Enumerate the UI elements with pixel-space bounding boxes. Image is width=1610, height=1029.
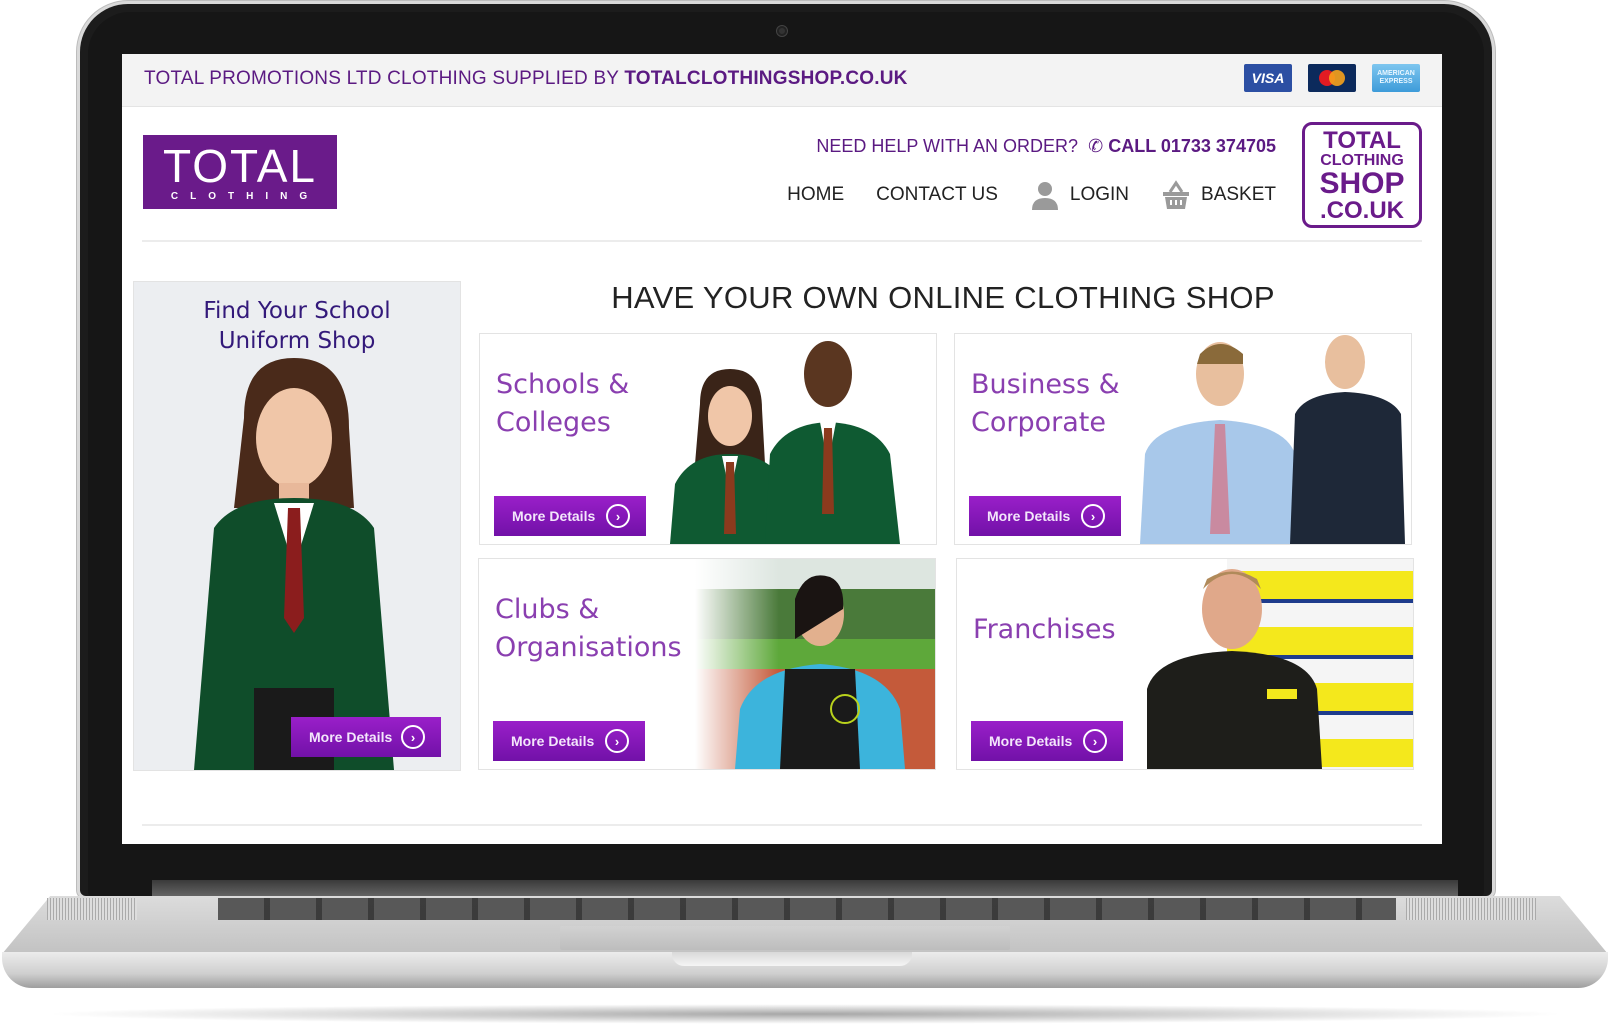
laptop-shadow: [40, 1004, 1570, 1024]
nav-contact-label: CONTACT US: [876, 184, 998, 205]
supplier-link[interactable]: TOTALCLOTHINGSHOP.CO.UK: [624, 68, 907, 89]
button-label: More Details: [512, 508, 596, 524]
franchisee-photo: [1147, 559, 1413, 769]
tile-title-line1: Franchises: [973, 614, 1116, 645]
tile-title-line1: Business &: [971, 369, 1120, 400]
page-headline: HAVE YOUR OWN ONLINE CLOTHING SHOP: [611, 280, 1275, 315]
logo-main-text: TOTAL: [163, 140, 317, 192]
button-label: More Details: [989, 733, 1073, 749]
tile-clubs-organisations[interactable]: Clubs & Organisations More Details ›: [478, 558, 936, 770]
nav-basket-label: BASKET: [1201, 184, 1276, 205]
button-label: More Details: [987, 508, 1071, 524]
tile-title: Clubs & Organisations: [495, 591, 682, 667]
tile-business-corporate[interactable]: Business & Corporate More Details ›: [954, 333, 1412, 545]
chevron-right-circle-icon: ›: [1081, 504, 1105, 528]
basket-icon: [1163, 180, 1190, 209]
speaker-grille-right: [1406, 898, 1536, 920]
chevron-right-circle-icon: ›: [1083, 729, 1107, 753]
school-uniform-title-line1: Find Your School: [203, 298, 391, 324]
supplier-notice-prefix: TOTAL PROMOTIONS LTD CLOTHING SUPPLIED B…: [144, 68, 625, 89]
shop-logo-line1: TOTAL: [1323, 127, 1401, 154]
school-uniform-title-line2: Uniform Shop: [218, 328, 376, 354]
keyboard-keys: [218, 898, 1396, 920]
school-uniform-panel[interactable]: Find Your School Uniform Shop More Detai…: [133, 281, 461, 771]
laptop-base: [2, 880, 1608, 988]
chevron-right-circle-icon: ›: [605, 729, 629, 753]
trackpad: [560, 926, 1010, 950]
business-people-photo: [1140, 335, 1405, 544]
button-label: More Details: [309, 729, 393, 745]
tile-title: Schools & Colleges: [496, 366, 629, 442]
button-label: More Details: [511, 733, 595, 749]
user-icon: [1031, 182, 1058, 210]
tile-title-line2: Corporate: [971, 407, 1106, 438]
schools-more-details-button[interactable]: More Details ›: [494, 496, 646, 536]
business-more-details-button[interactable]: More Details ›: [969, 496, 1121, 536]
tile-title: Franchises: [973, 611, 1116, 649]
nav-home-label: HOME: [787, 184, 845, 205]
nav-contact-us[interactable]: CONTACT US: [876, 184, 998, 206]
amex-line2: EXPRESS: [1379, 78, 1413, 85]
speaker-grille-left: [47, 898, 137, 920]
total-clothing-logo[interactable]: TOTAL CLOTHING: [143, 135, 337, 209]
top-bar: TOTAL PROMOTIONS LTD CLOTHING SUPPLIED B…: [122, 54, 1442, 107]
help-text: NEED HELP WITH AN ORDER?: [816, 136, 1079, 156]
chevron-right-circle-icon: ›: [606, 504, 630, 528]
students-photo: [670, 341, 900, 544]
webcam-icon: [777, 26, 787, 36]
phone-icon: ✆: [1088, 136, 1104, 156]
main-nav: HOME CONTACT US LOGIN BASKET: [755, 180, 1276, 210]
website-screen: TOTAL PROMOTIONS LTD CLOTHING SUPPLIED B…: [122, 54, 1442, 844]
school-uniform-title: Find Your School Uniform Shop: [134, 296, 460, 356]
help-line: NEED HELP WITH AN ORDER? ✆ CALL 01733 37…: [816, 136, 1276, 157]
visa-label: VISA: [1251, 70, 1285, 86]
total-clothing-shop-logo[interactable]: TOTAL CLOTHING SHOP .CO.UK: [1302, 122, 1422, 228]
shop-logo-line4: .CO.UK: [1320, 197, 1404, 224]
header-divider: [142, 240, 1422, 242]
footer-divider: [142, 824, 1422, 826]
mastercard-orange-circle: [1329, 70, 1345, 86]
supplier-notice: TOTAL PROMOTIONS LTD CLOTHING SUPPLIED B…: [144, 68, 908, 90]
tile-franchises[interactable]: Franchises More Details ›: [956, 558, 1414, 770]
nav-login-label: LOGIN: [1069, 184, 1130, 205]
clubs-more-details-button[interactable]: More Details ›: [493, 721, 645, 761]
amex-card-icon: AMERICAN EXPRESS: [1372, 64, 1420, 92]
mastercard-icon: [1308, 64, 1356, 92]
logo-sub-text: CLOTHING: [170, 191, 320, 202]
athlete-photo: [695, 559, 935, 769]
tile-schools-colleges[interactable]: Schools & Colleges More Details ›: [479, 333, 937, 545]
student-photo: [194, 358, 394, 770]
lid-notch: [672, 952, 912, 966]
tile-title-line1: Schools &: [496, 369, 630, 400]
tile-title-line2: Colleges: [496, 407, 611, 438]
visa-card-icon: VISA: [1244, 64, 1292, 92]
nav-login[interactable]: LOGIN: [1030, 180, 1129, 210]
amex-line1: AMERICAN: [1377, 70, 1415, 77]
school-uniform-more-details-button[interactable]: More Details ›: [291, 717, 441, 757]
franchises-more-details-button[interactable]: More Details ›: [971, 721, 1123, 761]
tile-title-line2: Organisations: [495, 632, 682, 663]
tile-title-line1: Clubs &: [495, 594, 600, 625]
chevron-right-circle-icon: ›: [401, 725, 425, 749]
shop-logo-line3: SHOP: [1319, 167, 1405, 200]
phone-number[interactable]: CALL 01733 374705: [1108, 136, 1276, 156]
nav-basket[interactable]: BASKET: [1161, 180, 1276, 210]
tile-title: Business & Corporate: [971, 366, 1120, 442]
nav-home[interactable]: HOME: [787, 184, 844, 206]
